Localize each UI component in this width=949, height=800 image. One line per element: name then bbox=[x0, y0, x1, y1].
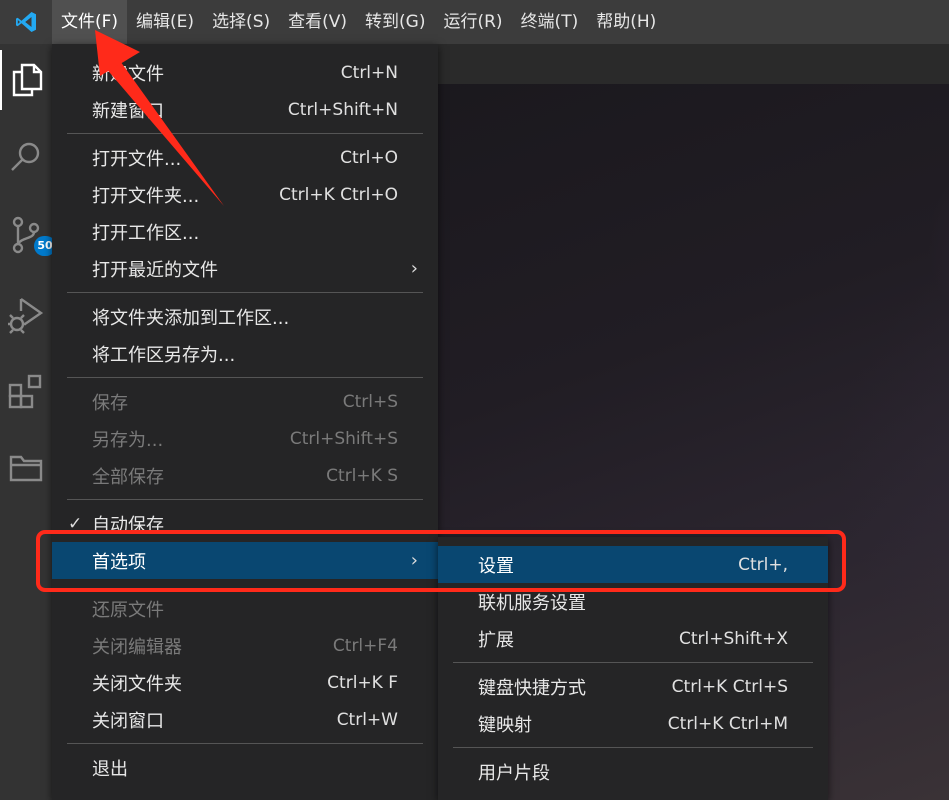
menu-item-exit[interactable]: 退出 bbox=[52, 749, 438, 786]
file-menu: 新建文件 Ctrl+N 新建窗口 Ctrl+Shift+N 打开文件... Ctrl+… bbox=[52, 44, 438, 800]
menu-edit[interactable]: 编辑(E) bbox=[127, 0, 203, 44]
menu-item-label: 用户片段 bbox=[478, 762, 550, 784]
menu-bar-items: 文件(F) 编辑(E) 选择(S) 查看(V) 转到(G) 运行(R) 终端(T… bbox=[52, 0, 665, 44]
menu-separator bbox=[67, 377, 423, 378]
run-debug-icon[interactable] bbox=[0, 285, 52, 345]
menu-run[interactable]: 运行(R) bbox=[434, 0, 511, 44]
menu-item-save[interactable]: 保存 Ctrl+S bbox=[52, 383, 438, 420]
menu-item-close-editor[interactable]: 关闭编辑器 Ctrl+F4 bbox=[52, 627, 438, 664]
menu-item-label: 键映射 bbox=[478, 714, 532, 736]
menu-item-new-window[interactable]: 新建窗口 Ctrl+Shift+N bbox=[52, 91, 438, 128]
menu-separator bbox=[453, 747, 813, 748]
menu-go[interactable]: 转到(G) bbox=[356, 0, 434, 44]
menu-item-shortcut: Ctrl+K S bbox=[326, 465, 398, 486]
menu-item-label: 还原文件 bbox=[92, 599, 164, 621]
menu-item-open-file[interactable]: 打开文件... Ctrl+O bbox=[52, 139, 438, 176]
menu-item-shortcut: Ctrl+Shift+X bbox=[678, 628, 788, 649]
highlight-box-annotation bbox=[36, 530, 846, 592]
activity-bar: 50 bbox=[0, 44, 56, 800]
menu-item-extensions[interactable]: 扩展 Ctrl+Shift+X bbox=[438, 620, 828, 657]
menu-item-shortcut: Ctrl+K Ctrl+S bbox=[671, 676, 788, 697]
menu-item-keyboard-shortcuts[interactable]: 键盘快捷方式 Ctrl+K Ctrl+S bbox=[438, 668, 828, 705]
menu-item-save-all[interactable]: 全部保存 Ctrl+K S bbox=[52, 457, 438, 494]
menu-separator bbox=[67, 292, 423, 293]
menu-item-shortcut: Ctrl+W bbox=[336, 709, 398, 730]
vscode-logo-icon bbox=[0, 0, 52, 44]
menu-item-label: 关闭编辑器 bbox=[92, 636, 182, 658]
menu-item-label: 新建窗口 bbox=[92, 100, 164, 122]
menu-item-close-window[interactable]: 关闭窗口 Ctrl+W bbox=[52, 701, 438, 738]
menu-item-shortcut: Ctrl+S bbox=[342, 391, 398, 412]
menu-item-label: 另存为... bbox=[92, 429, 164, 451]
menu-separator bbox=[67, 133, 423, 134]
explorer-icon[interactable] bbox=[0, 50, 52, 110]
menu-item-user-snippets[interactable]: 用户片段 bbox=[438, 753, 828, 790]
menu-item-shortcut: Ctrl+K Ctrl+M bbox=[667, 713, 788, 734]
menu-item-shortcut: Ctrl+F4 bbox=[332, 635, 398, 656]
source-control-icon[interactable] bbox=[0, 205, 52, 265]
menu-item-label: 打开文件夹... bbox=[92, 185, 200, 207]
menu-item-save-as[interactable]: 另存为... Ctrl+Shift+S bbox=[52, 420, 438, 457]
menu-item-close-folder[interactable]: 关闭文件夹 Ctrl+K F bbox=[52, 664, 438, 701]
menu-separator bbox=[67, 499, 423, 500]
menu-item-open-recent[interactable]: 打开最近的文件 › bbox=[52, 250, 438, 287]
menu-item-open-workspace[interactable]: 打开工作区... bbox=[52, 213, 438, 250]
menu-terminal[interactable]: 终端(T) bbox=[512, 0, 588, 44]
menu-item-label: 退出 bbox=[92, 758, 128, 780]
menu-item-label: 打开最近的文件 bbox=[92, 259, 218, 281]
menu-separator bbox=[453, 662, 813, 663]
menu-help[interactable]: 帮助(H) bbox=[587, 0, 665, 44]
menu-item-label: 键盘快捷方式 bbox=[478, 677, 586, 699]
menu-item-shortcut: Ctrl+K Ctrl+O bbox=[279, 184, 398, 205]
menu-item-shortcut: Ctrl+Shift+S bbox=[289, 428, 398, 449]
chevron-right-icon: › bbox=[410, 258, 418, 279]
menu-item-label: 将工作区另存为... bbox=[92, 344, 236, 366]
menu-item-shortcut: Ctrl+O bbox=[340, 147, 398, 168]
menu-item-new-file[interactable]: 新建文件 Ctrl+N bbox=[52, 54, 438, 91]
folder-icon[interactable] bbox=[0, 438, 52, 498]
menu-view[interactable]: 查看(V) bbox=[279, 0, 356, 44]
menu-item-label: 全部保存 bbox=[92, 466, 164, 488]
menu-item-label: 关闭窗口 bbox=[92, 710, 164, 732]
menu-item-revert-file[interactable]: 还原文件 bbox=[52, 590, 438, 627]
menu-item-label: 关闭文件夹 bbox=[92, 673, 182, 695]
menu-item-open-folder[interactable]: 打开文件夹... Ctrl+K Ctrl+O bbox=[52, 176, 438, 213]
menu-item-keymaps[interactable]: 键映射 Ctrl+K Ctrl+M bbox=[438, 705, 828, 742]
menu-item-shortcut: Ctrl+N bbox=[340, 62, 398, 83]
menu-item-label: 扩展 bbox=[478, 629, 514, 651]
menu-item-label: 新建文件 bbox=[92, 63, 164, 85]
menu-item-label: 打开文件... bbox=[92, 148, 182, 170]
editor-tabs-area bbox=[438, 44, 949, 84]
menu-item-shortcut: Ctrl+Shift+N bbox=[287, 99, 398, 120]
menu-item-label: 保存 bbox=[92, 392, 128, 414]
menu-file[interactable]: 文件(F) bbox=[52, 0, 128, 44]
menu-selection[interactable]: 选择(S) bbox=[203, 0, 279, 44]
menu-item-shortcut: Ctrl+K F bbox=[327, 672, 398, 693]
menu-item-save-workspace-as[interactable]: 将工作区另存为... bbox=[52, 335, 438, 372]
menu-item-label: 打开工作区... bbox=[92, 222, 200, 244]
menu-item-label: 联机服务设置 bbox=[478, 592, 586, 614]
search-icon[interactable] bbox=[0, 127, 52, 187]
menu-item-label: 将文件夹添加到工作区... bbox=[92, 307, 290, 329]
menu-separator bbox=[67, 743, 423, 744]
extensions-icon[interactable] bbox=[0, 362, 52, 422]
menu-item-add-folder-to-workspace[interactable]: 将文件夹添加到工作区... bbox=[52, 298, 438, 335]
menu-bar: 文件(F) 编辑(E) 选择(S) 查看(V) 转到(G) 运行(R) 终端(T… bbox=[0, 0, 949, 44]
